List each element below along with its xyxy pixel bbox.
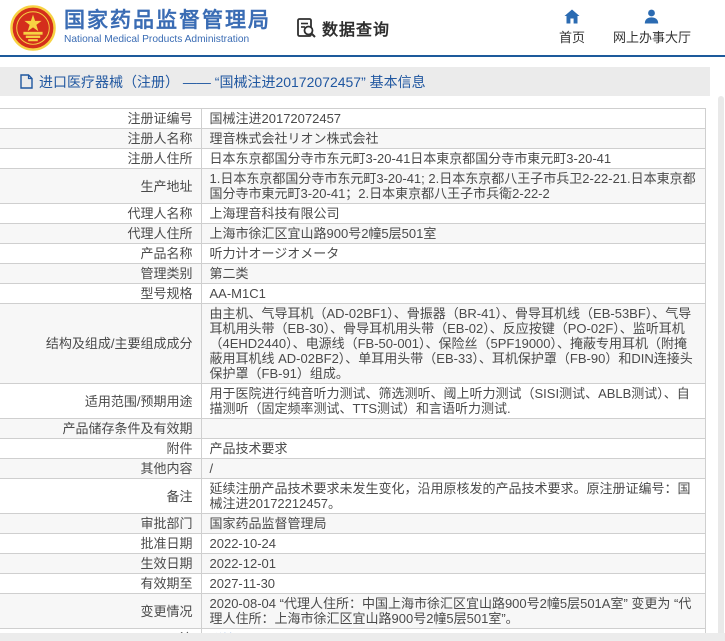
table-row: 代理人住所 上海市徐汇区宜山路900号2幢5层501室 (0, 224, 706, 244)
table-row: 型号规格 AA-M1C1 (0, 284, 706, 304)
breadcrumb-text: 进口医疗器械（注册） —— “国械注进20172072457” 基本信息 (39, 72, 426, 92)
table-row: 批准日期 2022-10-24 (0, 534, 706, 554)
nav-service-hall[interactable]: 网上办事大厅 (613, 9, 691, 46)
row-value: AA-M1C1 (201, 284, 706, 304)
row-label: 产品储存条件及有效期 (0, 419, 201, 439)
table-row: 管理类别 第二类 (0, 264, 706, 284)
person-icon (644, 9, 659, 24)
table-row: 有效期至 2027-11-30 (0, 574, 706, 594)
table-row: 生效日期 2022-12-01 (0, 554, 706, 574)
table-row: 其他内容 / (0, 459, 706, 479)
data-query-icon (295, 17, 317, 39)
row-label: 代理人名称 (0, 204, 201, 224)
row-label: 结构及组成/主要组成成分 (0, 304, 201, 384)
row-value: 国家药品监督管理局 (201, 514, 706, 534)
row-label: 产品名称 (0, 244, 201, 264)
row-label: 附件 (0, 439, 201, 459)
row-value: 上海理音科技有限公司 (201, 204, 706, 224)
row-label: 适用范围/预期用途 (0, 384, 201, 419)
row-value: 用于医院进行纯音听力测试、筛选测听、阈上听力测试（SISI测试、ABLB测试）、… (201, 384, 706, 419)
row-label: 有效期至 (0, 574, 201, 594)
national-emblem-icon (10, 5, 56, 51)
row-value: 理音株式会社リオン株式会社 (201, 129, 706, 149)
row-value: 第二类 (201, 264, 706, 284)
table-row: 注册人住所 日本东京都国分寺市东元町3-20-41日本東京都国分寺市東元町3-2… (0, 149, 706, 169)
header-nav: 首页 网上办事大厅 (559, 9, 691, 46)
table-row: 生产地址 1.日本东京都国分寺市东元町3-20-41; 2.日本东京都八王子市兵… (0, 169, 706, 204)
row-value: / (201, 459, 706, 479)
row-value: 2020-08-04 “代理人住所：中国上海市徐汇区宜山路900号2幢5层501… (201, 594, 706, 629)
table-row: 变更情况 2020-08-04 “代理人住所：中国上海市徐汇区宜山路900号2幢… (0, 594, 706, 629)
row-value: 产品技术要求 (201, 439, 706, 459)
table-row: 结构及组成/主要组成成分 由主机、气导耳机（AD-02BF1）、骨振器（BR-4… (0, 304, 706, 384)
document-icon (20, 74, 33, 89)
table-row: 产品储存条件及有效期 (0, 419, 706, 439)
row-label: 型号规格 (0, 284, 201, 304)
row-value: 由主机、气导耳机（AD-02BF1）、骨振器（BR-41）、骨导耳机线（EB-5… (201, 304, 706, 384)
table-row: 注册人名称 理音株式会社リオン株式会社 (0, 129, 706, 149)
page-bottom-band (0, 633, 725, 641)
table-row: 备注 延续注册产品技术要求未发生变化，沿用原核发的产品技术要求。原注册证编号：国… (0, 479, 706, 514)
nav-home[interactable]: 首页 (559, 9, 585, 46)
row-value: 1.日本东京都国分寺市东元町3-20-41; 2.日本东京都八王子市兵卫2-22… (201, 169, 706, 204)
data-query-label: 数据查询 (322, 16, 390, 40)
row-label: 变更情况 (0, 594, 201, 629)
row-value: 延续注册产品技术要求未发生变化，沿用原核发的产品技术要求。原注册证编号：国械注进… (201, 479, 706, 514)
table-row: 审批部门 国家药品监督管理局 (0, 514, 706, 534)
row-value (201, 419, 706, 439)
table-row: 代理人名称 上海理音科技有限公司 (0, 204, 706, 224)
row-label: 其他内容 (0, 459, 201, 479)
scrollbar[interactable] (718, 96, 724, 641)
row-value: 上海市徐汇区宜山路900号2幢5层501室 (201, 224, 706, 244)
org-names: 国家药品监督管理局 National Medical Products Admi… (64, 9, 271, 46)
registration-info-table: 注册证编号 国械注进20172072457 注册人名称 理音株式会社リオン株式会… (0, 108, 706, 641)
table-row: 适用范围/预期用途 用于医院进行纯音听力测试、筛选测听、阈上听力测试（SISI测… (0, 384, 706, 419)
data-query-button[interactable]: 数据查询 (295, 16, 390, 40)
row-value: 2022-12-01 (201, 554, 706, 574)
row-label: 注册人住所 (0, 149, 201, 169)
row-value: 2022-10-24 (201, 534, 706, 554)
row-label: 生产地址 (0, 169, 201, 204)
row-value: 听力计オージオメータ (201, 244, 706, 264)
row-label: 审批部门 (0, 514, 201, 534)
row-label: 备注 (0, 479, 201, 514)
row-label: 批准日期 (0, 534, 201, 554)
row-label: 生效日期 (0, 554, 201, 574)
table-row: 附件 产品技术要求 (0, 439, 706, 459)
row-label: 注册证编号 (0, 109, 201, 129)
row-label: 代理人住所 (0, 224, 201, 244)
breadcrumb: 进口医疗器械（注册） —— “国械注进20172072457” 基本信息 (0, 67, 710, 96)
nav-service-hall-label: 网上办事大厅 (613, 27, 691, 46)
row-label: 注册人名称 (0, 129, 201, 149)
nav-home-label: 首页 (559, 27, 585, 46)
registration-info-table-wrap: 注册证编号 国械注进20172072457 注册人名称 理音株式会社リオン株式会… (0, 108, 725, 641)
org-name-en: National Medical Products Administration (64, 33, 271, 46)
nmpa-logo[interactable]: 国家药品监督管理局 National Medical Products Admi… (10, 5, 271, 51)
row-value: 日本东京都国分寺市东元町3-20-41日本東京都国分寺市東元町3-20-41 (201, 149, 706, 169)
row-value: 2027-11-30 (201, 574, 706, 594)
row-label: 管理类别 (0, 264, 201, 284)
table-row: 注册证编号 国械注进20172072457 (0, 109, 706, 129)
org-name-cn: 国家药品监督管理局 (64, 9, 271, 33)
home-icon (564, 9, 580, 24)
row-value: 国械注进20172072457 (201, 109, 706, 129)
site-header: 国家药品监督管理局 National Medical Products Admi… (0, 0, 725, 57)
table-row: 产品名称 听力计オージオメータ (0, 244, 706, 264)
